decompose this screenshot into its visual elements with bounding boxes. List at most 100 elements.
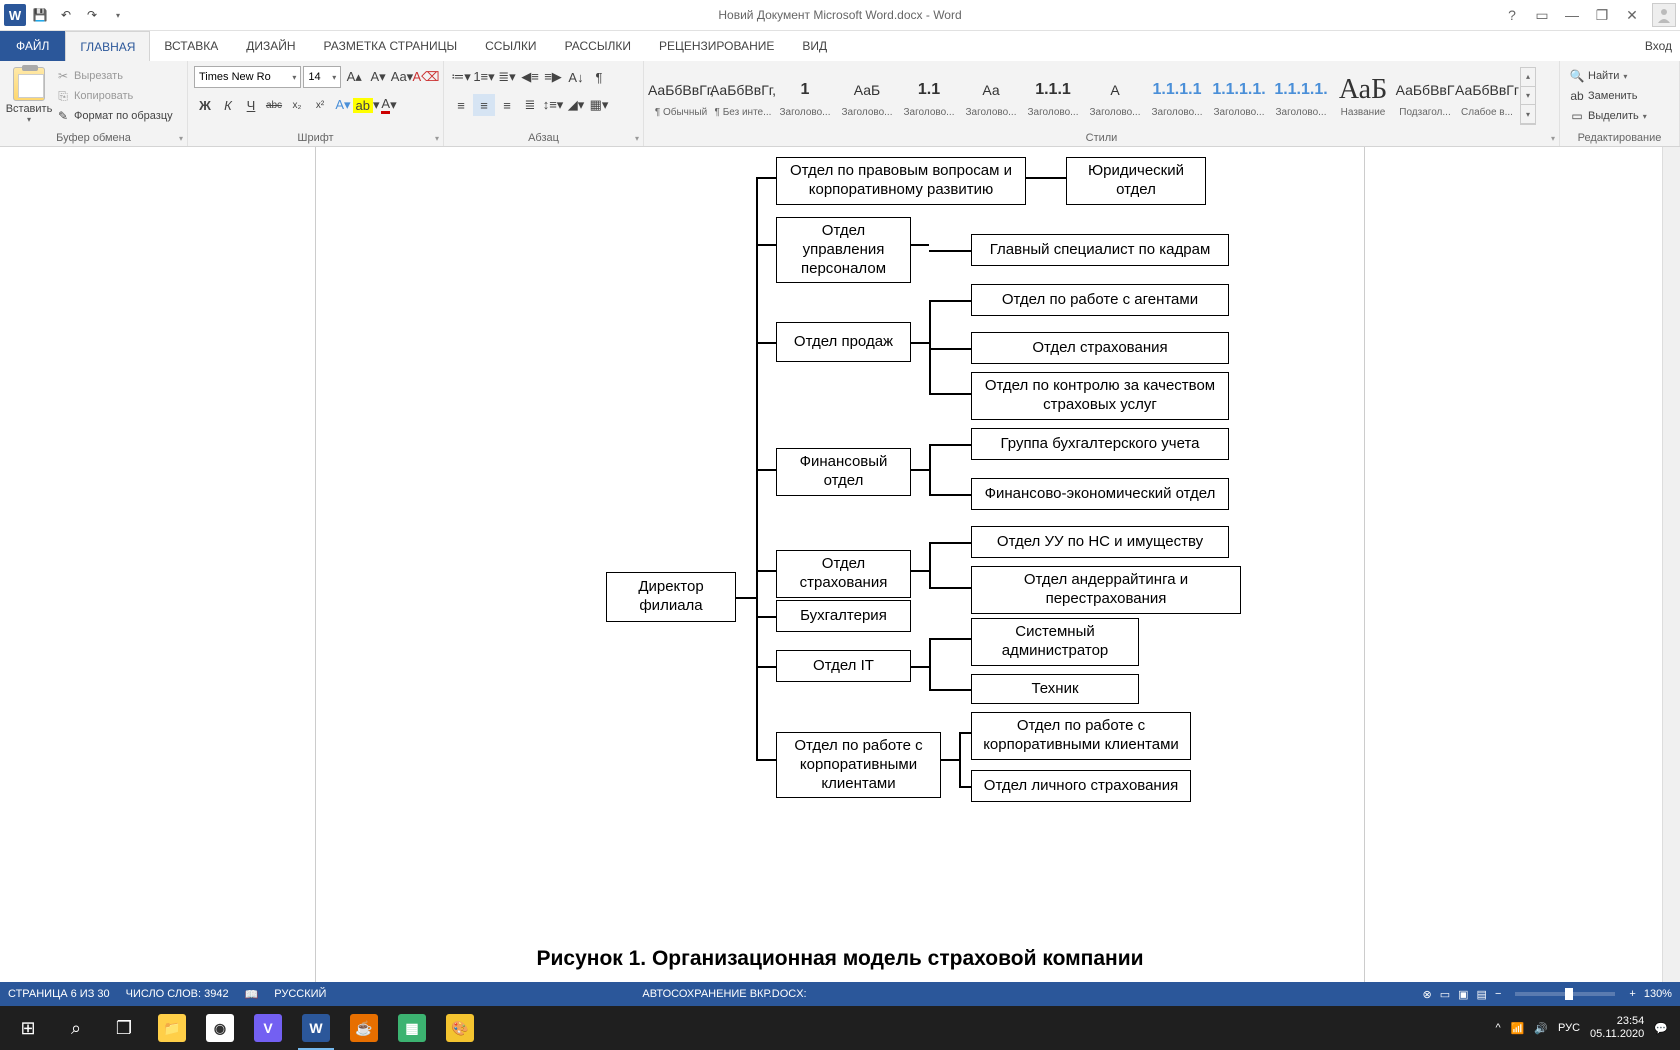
zoom-out-icon[interactable]: − bbox=[1495, 988, 1501, 1000]
tab-home[interactable]: ГЛАВНАЯ bbox=[65, 31, 150, 61]
proofing-icon[interactable]: 📖 bbox=[245, 988, 259, 1001]
language-indicator[interactable]: РУССКИЙ bbox=[274, 988, 326, 1000]
style-item-3[interactable]: АаБЗаголово... bbox=[836, 67, 898, 125]
page-indicator[interactable]: СТРАНИЦА 6 ИЗ 30 bbox=[8, 988, 110, 1000]
shrink-font-icon[interactable]: A▾ bbox=[367, 66, 389, 88]
tab-insert[interactable]: ВСТАВКА bbox=[150, 31, 232, 61]
restore-icon[interactable]: ❐ bbox=[1588, 4, 1616, 26]
tab-view[interactable]: ВИД bbox=[788, 31, 841, 61]
volume-icon[interactable]: 🔊 bbox=[1534, 1022, 1548, 1035]
keyboard-lang[interactable]: РУС bbox=[1558, 1022, 1580, 1034]
taskbar-word[interactable]: W bbox=[292, 1006, 340, 1050]
text-effects-icon[interactable]: A▾ bbox=[332, 94, 354, 116]
tab-layout[interactable]: РАЗМЕТКА СТРАНИЦЫ bbox=[310, 31, 472, 61]
zoom-slider[interactable] bbox=[1515, 992, 1615, 996]
select-button[interactable]: ▭Выделить▾ bbox=[1566, 107, 1673, 125]
format-painter-button[interactable]: ✎Формат по образцу bbox=[56, 107, 173, 125]
justify-icon[interactable]: ≣ bbox=[519, 94, 541, 116]
sort-icon[interactable]: A↓ bbox=[565, 66, 587, 88]
strike-button[interactable]: abc bbox=[263, 94, 285, 116]
align-left-icon[interactable]: ≡ bbox=[450, 94, 472, 116]
italic-button[interactable]: К bbox=[217, 94, 239, 116]
style-item-7[interactable]: АЗаголово... bbox=[1084, 67, 1146, 125]
taskbar-viber[interactable]: V bbox=[244, 1006, 292, 1050]
taskbar-taskview[interactable]: ❐ bbox=[100, 1006, 148, 1050]
taskbar-java[interactable]: ☕ bbox=[340, 1006, 388, 1050]
shading-icon[interactable]: ◢▾ bbox=[565, 94, 587, 116]
style-item-4[interactable]: 1.1Заголово... bbox=[898, 67, 960, 125]
taskbar-app1[interactable]: ▦ bbox=[388, 1006, 436, 1050]
superscript-button[interactable]: x² bbox=[309, 94, 331, 116]
document-area[interactable]: Директор филиалаОтдел по правовым вопрос… bbox=[0, 147, 1662, 1006]
styles-gallery[interactable]: АаБбВвГг,¶ ОбычныйАаБбВвГг,¶ Без инте...… bbox=[650, 65, 1553, 127]
notifications-icon[interactable]: 💬 bbox=[1654, 1022, 1668, 1035]
tab-file[interactable]: ФАЙЛ bbox=[0, 31, 65, 61]
font-name-combo[interactable]: Times New Ro▾ bbox=[194, 66, 301, 88]
taskbar-windows[interactable]: ⊞ bbox=[4, 1006, 52, 1050]
sign-in-link[interactable]: Вход bbox=[1645, 31, 1672, 61]
style-item-8[interactable]: 1.1.1.1Заголово... bbox=[1146, 67, 1208, 125]
read-mode-icon[interactable]: ▭ bbox=[1440, 988, 1450, 1001]
style-item-11[interactable]: АаБНазвание bbox=[1332, 67, 1394, 125]
tray-chevron-icon[interactable]: ^ bbox=[1495, 1022, 1500, 1034]
find-button[interactable]: 🔍Найти▾ bbox=[1566, 67, 1673, 85]
multilevel-icon[interactable]: ≣▾ bbox=[496, 66, 518, 88]
style-item-13[interactable]: АаБбВвГгСлабое в... bbox=[1456, 67, 1518, 125]
paste-dropdown-icon[interactable]: ▾ bbox=[27, 115, 31, 124]
bullets-icon[interactable]: ≔▾ bbox=[450, 66, 472, 88]
minimize-icon[interactable]: — bbox=[1558, 4, 1586, 26]
qat-customize-icon[interactable]: ▾ bbox=[106, 3, 130, 27]
style-item-12[interactable]: АаБбВвГПодзагол... bbox=[1394, 67, 1456, 125]
redo-icon[interactable]: ↷ bbox=[80, 3, 104, 27]
zoom-level[interactable]: 130% bbox=[1644, 988, 1672, 1000]
web-layout-icon[interactable]: ▤ bbox=[1477, 988, 1487, 1001]
replace-button[interactable]: abЗаменить bbox=[1566, 87, 1673, 105]
style-item-5[interactable]: АаЗаголово... bbox=[960, 67, 1022, 125]
undo-icon[interactable]: ↶ bbox=[54, 3, 78, 27]
decrease-indent-icon[interactable]: ◀≡ bbox=[519, 66, 541, 88]
numbering-icon[interactable]: 1≡▾ bbox=[473, 66, 495, 88]
increase-indent-icon[interactable]: ≡▶ bbox=[542, 66, 564, 88]
copy-button[interactable]: ⎘Копировать bbox=[56, 87, 173, 105]
word-count[interactable]: ЧИСЛО СЛОВ: 3942 bbox=[126, 988, 229, 1000]
style-item-0[interactable]: АаБбВвГг,¶ Обычный bbox=[650, 67, 712, 125]
styles-scroll[interactable]: ▴▾▾ bbox=[1520, 67, 1536, 125]
help-icon[interactable]: ? bbox=[1498, 4, 1526, 26]
tab-mailings[interactable]: РАССЫЛКИ bbox=[551, 31, 645, 61]
grow-font-icon[interactable]: A▴ bbox=[343, 66, 365, 88]
ribbon-display-icon[interactable]: ▭ bbox=[1528, 4, 1556, 26]
user-avatar[interactable] bbox=[1652, 3, 1676, 27]
macro-stop-icon[interactable]: ⊗ bbox=[1423, 988, 1432, 1001]
clear-format-icon[interactable]: A⌫ bbox=[415, 66, 437, 88]
style-item-9[interactable]: 1.1.1.1.Заголово... bbox=[1208, 67, 1270, 125]
underline-button[interactable]: Ч bbox=[240, 94, 262, 116]
tab-review[interactable]: РЕЦЕНЗИРОВАНИЕ bbox=[645, 31, 788, 61]
clock[interactable]: 23:54 05.11.2020 bbox=[1590, 1015, 1644, 1041]
print-layout-icon[interactable]: ▣ bbox=[1458, 988, 1468, 1001]
bold-button[interactable]: Ж bbox=[194, 94, 216, 116]
borders-icon[interactable]: ▦▾ bbox=[588, 94, 610, 116]
style-item-6[interactable]: 1.1.1Заголово... bbox=[1022, 67, 1084, 125]
style-item-10[interactable]: 1.1.1.1.Заголово... bbox=[1270, 67, 1332, 125]
vertical-scrollbar[interactable] bbox=[1662, 147, 1680, 1006]
taskbar-chrome[interactable]: ◉ bbox=[196, 1006, 244, 1050]
font-size-combo[interactable]: 14▾ bbox=[303, 66, 341, 88]
tab-design[interactable]: ДИЗАЙН bbox=[232, 31, 309, 61]
font-color-icon[interactable]: A▾ bbox=[378, 94, 400, 116]
style-item-2[interactable]: 1Заголово... bbox=[774, 67, 836, 125]
save-icon[interactable]: 💾 bbox=[28, 3, 52, 27]
align-center-icon[interactable]: ≡ bbox=[473, 94, 495, 116]
taskbar-paint[interactable]: 🎨 bbox=[436, 1006, 484, 1050]
align-right-icon[interactable]: ≡ bbox=[496, 94, 518, 116]
network-icon[interactable]: 📶 bbox=[1511, 1022, 1525, 1035]
change-case-icon[interactable]: Aa▾ bbox=[391, 66, 413, 88]
taskbar-explorer[interactable]: 📁 bbox=[148, 1006, 196, 1050]
show-marks-icon[interactable]: ¶ bbox=[588, 66, 610, 88]
subscript-button[interactable]: x₂ bbox=[286, 94, 308, 116]
close-icon[interactable]: ✕ bbox=[1618, 4, 1646, 26]
taskbar-search[interactable]: ⌕ bbox=[52, 1006, 100, 1050]
tab-references[interactable]: ССЫЛКИ bbox=[471, 31, 550, 61]
style-item-1[interactable]: АаБбВвГг,¶ Без инте... bbox=[712, 67, 774, 125]
highlight-icon[interactable]: ab▾ bbox=[355, 94, 377, 116]
zoom-in-icon[interactable]: + bbox=[1629, 988, 1635, 1000]
